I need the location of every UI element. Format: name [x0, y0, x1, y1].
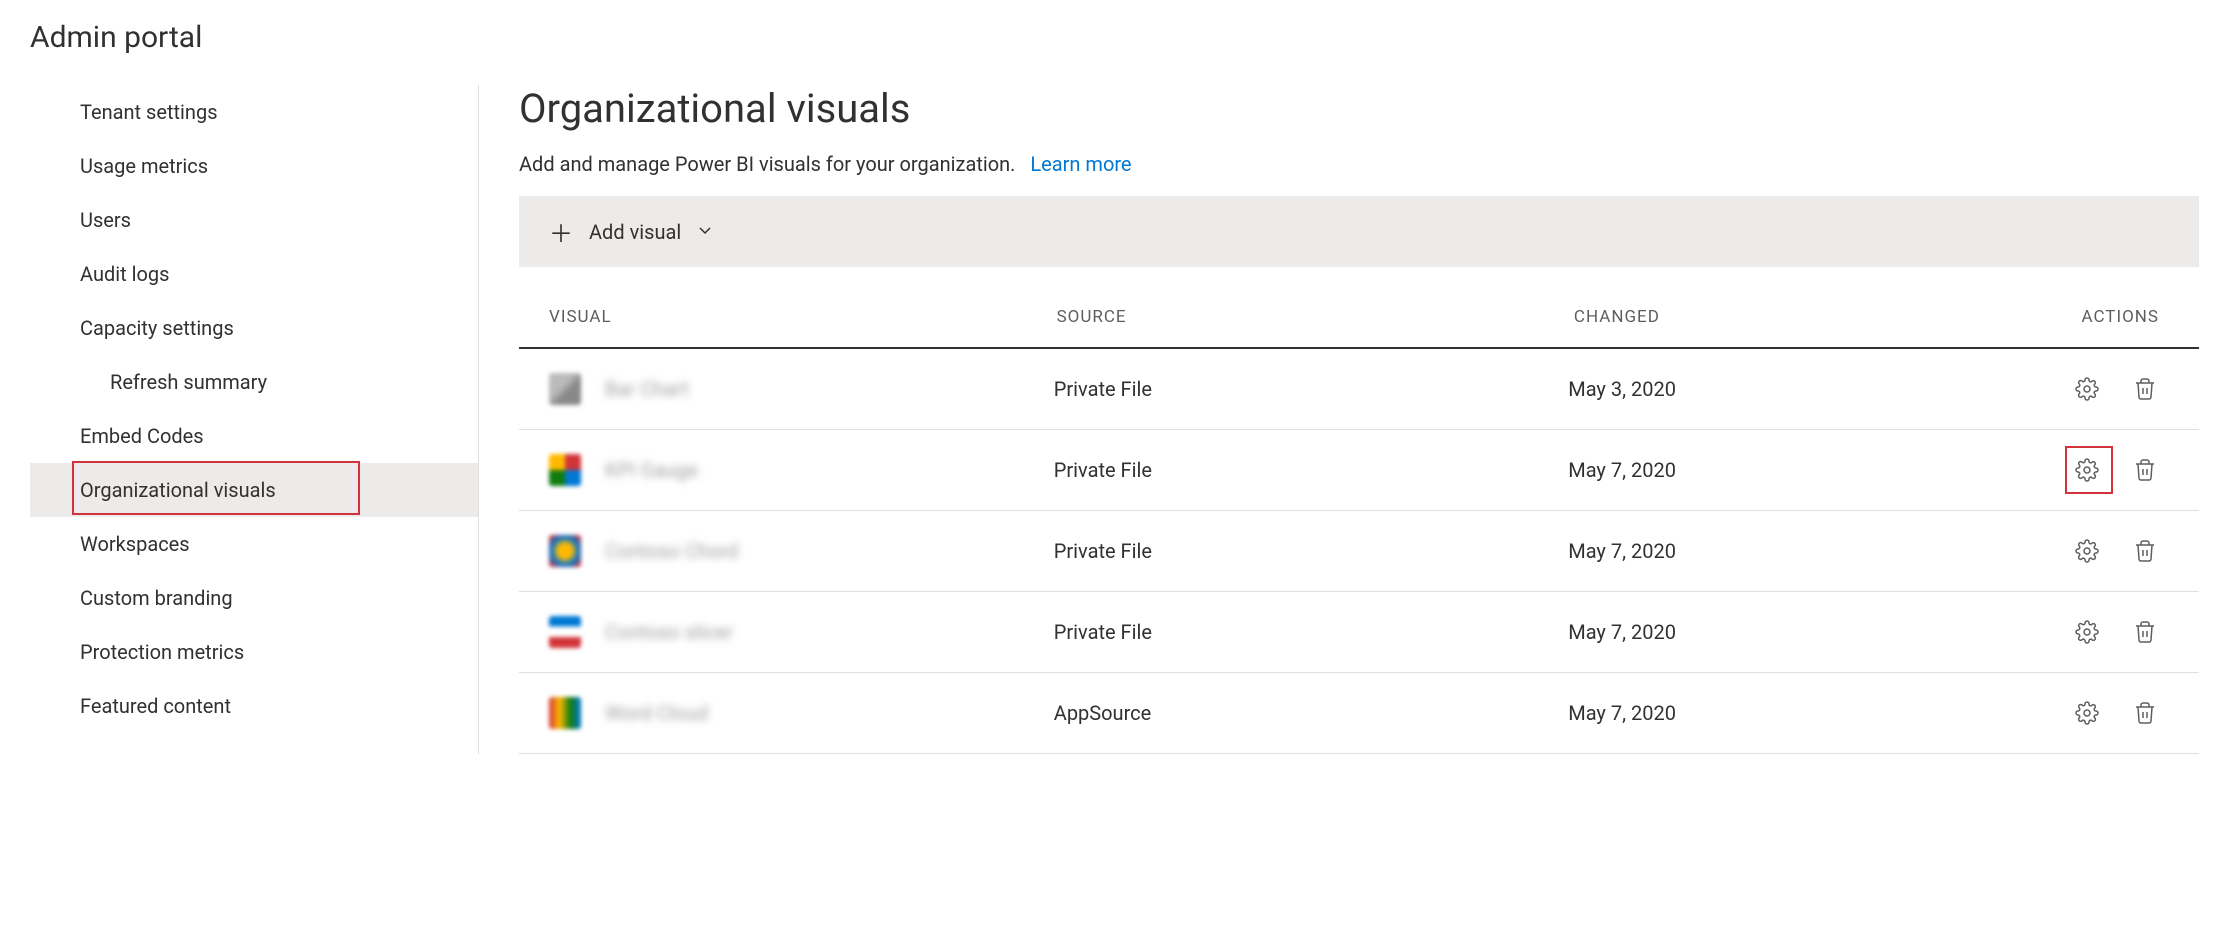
source-value: Private File	[1054, 539, 1568, 563]
visual-name: KPI Gauge	[605, 458, 698, 482]
plus-icon: ＋	[549, 214, 573, 249]
visual-icon	[549, 616, 581, 648]
visual-icon	[549, 697, 581, 729]
source-value: Private File	[1054, 377, 1568, 401]
visual-icon	[549, 535, 581, 567]
portal-title: Admin portal	[30, 20, 2239, 55]
settings-button[interactable]	[2073, 375, 2101, 403]
sidebar-item-audit-logs[interactable]: Audit logs	[30, 247, 478, 301]
page-subtitle: Add and manage Power BI visuals for your…	[519, 152, 2199, 176]
settings-button[interactable]	[2073, 537, 2101, 565]
col-header-visual[interactable]: VISUAL	[549, 307, 1057, 327]
sidebar: Tenant settings Usage metrics Users Audi…	[30, 85, 479, 754]
source-value: Private File	[1054, 458, 1568, 482]
sidebar-item-embed-codes[interactable]: Embed Codes	[30, 409, 478, 463]
sidebar-item-usage-metrics[interactable]: Usage metrics	[30, 139, 478, 193]
changed-value: May 7, 2020	[1568, 701, 2073, 725]
gear-icon	[2075, 701, 2099, 725]
gear-icon	[2075, 620, 2099, 644]
sidebar-item-organizational-visuals[interactable]: Organizational visuals	[30, 463, 478, 517]
table-row: Contoso Chord Private File May 7, 2020	[519, 511, 2199, 592]
sidebar-item-users[interactable]: Users	[30, 193, 478, 247]
visual-icon	[549, 373, 581, 405]
sidebar-item-tenant-settings[interactable]: Tenant settings	[30, 85, 478, 139]
subtitle-text: Add and manage Power BI visuals for your…	[519, 152, 1015, 176]
gear-icon	[2075, 458, 2099, 482]
trash-icon	[2133, 539, 2157, 563]
sidebar-item-featured-content[interactable]: Featured content	[30, 679, 478, 733]
table-row: Word Cloud AppSource May 7, 2020	[519, 673, 2199, 754]
delete-button[interactable]	[2131, 456, 2159, 484]
visual-name: Bar Chart	[605, 377, 689, 401]
sidebar-item-label: Organizational visuals	[80, 478, 276, 502]
delete-button[interactable]	[2131, 618, 2159, 646]
col-header-source[interactable]: SOURCE	[1057, 307, 1574, 327]
sidebar-item-workspaces[interactable]: Workspaces	[30, 517, 478, 571]
table-row: Bar Chart Private File May 3, 2020	[519, 349, 2199, 430]
changed-value: May 7, 2020	[1568, 620, 2073, 644]
sidebar-item-custom-branding[interactable]: Custom branding	[30, 571, 478, 625]
trash-icon	[2133, 620, 2157, 644]
visual-name: Word Cloud	[605, 701, 708, 725]
visuals-table: VISUAL SOURCE CHANGED ACTIONS Bar Chart …	[519, 287, 2199, 754]
table-row: KPI Gauge Private File May 7, 2020	[519, 430, 2199, 511]
settings-button[interactable]	[2073, 699, 2101, 727]
source-value: Private File	[1054, 620, 1568, 644]
visual-name: Contoso slicer	[605, 620, 733, 644]
delete-button[interactable]	[2131, 699, 2159, 727]
col-header-changed[interactable]: CHANGED	[1574, 307, 2082, 327]
trash-icon	[2133, 377, 2157, 401]
settings-button[interactable]	[2073, 456, 2101, 484]
table-row: Contoso slicer Private File May 7, 2020	[519, 592, 2199, 673]
chevron-down-icon	[697, 222, 713, 242]
trash-icon	[2133, 458, 2157, 482]
source-value: AppSource	[1054, 701, 1568, 725]
col-header-actions: ACTIONS	[2081, 307, 2169, 327]
gear-icon	[2075, 539, 2099, 563]
sidebar-item-protection-metrics[interactable]: Protection metrics	[30, 625, 478, 679]
delete-button[interactable]	[2131, 537, 2159, 565]
learn-more-link[interactable]: Learn more	[1030, 152, 1131, 176]
sidebar-item-capacity-settings[interactable]: Capacity settings	[30, 301, 478, 355]
visual-icon	[549, 454, 581, 486]
delete-button[interactable]	[2131, 375, 2159, 403]
add-visual-label: Add visual	[589, 220, 681, 244]
page-title: Organizational visuals	[519, 85, 2199, 132]
table-header: VISUAL SOURCE CHANGED ACTIONS	[519, 287, 2199, 349]
changed-value: May 7, 2020	[1568, 458, 2073, 482]
gear-icon	[2075, 377, 2099, 401]
visual-name: Contoso Chord	[605, 539, 738, 563]
changed-value: May 3, 2020	[1568, 377, 2073, 401]
sidebar-item-refresh-summary[interactable]: Refresh summary	[30, 355, 478, 409]
changed-value: May 7, 2020	[1568, 539, 2073, 563]
add-visual-button[interactable]: ＋ Add visual	[519, 196, 2199, 267]
settings-button[interactable]	[2073, 618, 2101, 646]
trash-icon	[2133, 701, 2157, 725]
main-content: Organizational visuals Add and manage Po…	[479, 85, 2239, 754]
